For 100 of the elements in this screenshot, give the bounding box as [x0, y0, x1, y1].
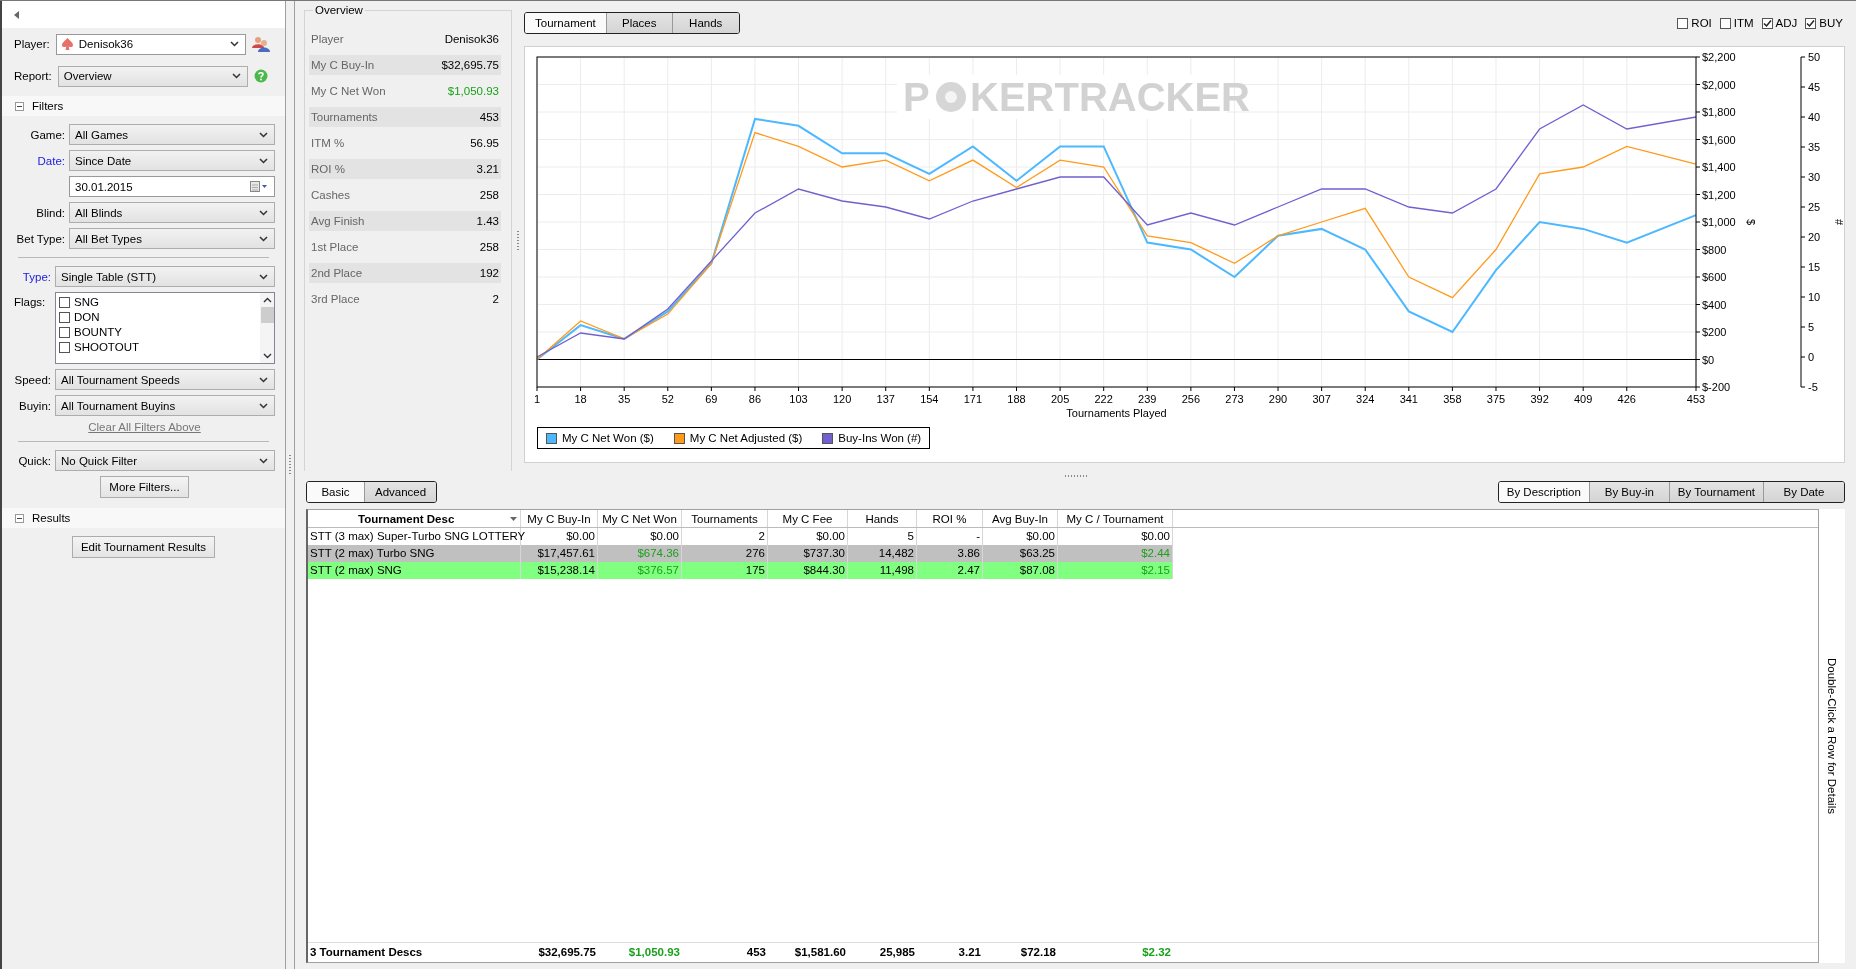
column-header[interactable]: My C Fee	[768, 510, 848, 527]
checkbox[interactable]	[59, 326, 70, 338]
filter-select[interactable]: All Tournament Speeds	[55, 369, 275, 390]
table-cell: $2.15	[1058, 562, 1173, 579]
stat-value: 56.95	[470, 137, 499, 149]
grouping-tab[interactable]: By Tournament	[1669, 482, 1764, 502]
axis-tick-label: 222	[1094, 393, 1113, 405]
table-cell: $87.08	[983, 562, 1058, 579]
axis-tick-label: 35	[618, 393, 631, 405]
checkbox[interactable]	[1805, 17, 1817, 29]
checkbox[interactable]	[1719, 17, 1731, 29]
axis-tick-label: 392	[1530, 393, 1549, 405]
checkbox[interactable]	[59, 341, 70, 353]
field-label[interactable]: Type:	[14, 270, 51, 283]
field-label[interactable]: Date:	[14, 154, 65, 167]
scrollbar-thumb[interactable]	[260, 307, 274, 323]
stat-value: 3.21	[476, 163, 499, 175]
column-header[interactable]: ROI %	[917, 510, 983, 527]
clear-filters-link[interactable]: Clear All Filters Above	[88, 421, 201, 433]
filters-header[interactable]: Filters	[2, 96, 285, 116]
view-tab[interactable]: Basic	[307, 482, 365, 502]
stat-label: My C Net Won	[311, 85, 386, 97]
axis-title: #	[1833, 218, 1843, 226]
filter-select[interactable]: All Blinds	[69, 202, 275, 223]
filter-select[interactable]: No Quick Filter	[55, 450, 275, 471]
field-label: Blind:	[35, 206, 65, 219]
axis-tick-label: $1,400	[1702, 161, 1736, 173]
grouping-tab[interactable]: By Description	[1498, 482, 1590, 502]
filter-select[interactable]: All Games	[69, 124, 275, 145]
checkbox[interactable]	[59, 296, 70, 308]
axis-tick-label: 18	[574, 393, 587, 405]
chevron-down-icon[interactable]	[259, 376, 268, 383]
column-header[interactable]: Tournaments	[682, 510, 768, 527]
graph-tab[interactable]: Hands	[672, 13, 739, 33]
date-field[interactable]: 30.01.2015	[69, 176, 275, 197]
grouping-tab[interactable]: By Buy-in	[1589, 482, 1670, 502]
field-label: Speed:	[14, 373, 51, 386]
chevron-down-icon[interactable]	[259, 157, 268, 164]
chevron-down-icon[interactable]	[259, 402, 268, 409]
player-select[interactable]: Denisok36	[55, 33, 246, 55]
stat-label: 2nd Place	[311, 267, 363, 279]
axis-tick-label: 50	[1808, 51, 1821, 63]
field-label: Flags:	[14, 295, 47, 310]
stat-value: 2	[492, 293, 499, 305]
table-cell: 11,498	[848, 562, 917, 579]
axis-tick-label: 40	[1808, 111, 1821, 123]
stat-label: Tournaments	[311, 111, 378, 123]
scroll-up-icon[interactable]	[262, 297, 272, 303]
checkbox-label: BUY	[1819, 17, 1843, 29]
chevron-down-icon[interactable]	[259, 235, 268, 242]
flag-label: SNG	[74, 296, 99, 308]
stat-value: $32,695.75	[441, 59, 499, 71]
grouping-tab[interactable]: By Date	[1764, 482, 1844, 502]
results-header[interactable]: Results	[2, 508, 285, 528]
field-label: Report:	[14, 70, 52, 82]
column-header[interactable]: My C Buy-In	[521, 510, 598, 527]
calendar-icon[interactable]	[250, 181, 268, 192]
filter-select[interactable]: All Bet Types	[69, 228, 275, 249]
collapse-arrow-icon[interactable]	[14, 10, 19, 19]
scroll-down-icon[interactable]	[262, 353, 272, 359]
filter-select[interactable]: Single Table (STT)	[55, 266, 275, 287]
total-cell-text: 3 Tournament Descs	[309, 945, 424, 960]
edit-results-button[interactable]: Edit Tournament Results	[71, 536, 216, 558]
checkbox[interactable]	[59, 311, 70, 323]
table-cell: 175	[682, 562, 768, 579]
column-header[interactable]: Hands	[848, 510, 917, 527]
table-row[interactable]: STT (2 max) SNG $15,238.14 $376.57 175 $844.30 11,498 2.47 $87.08 $2.15	[308, 562, 1173, 579]
checkbox-label: ADJ	[1775, 17, 1798, 29]
report-select[interactable]: Overview	[57, 65, 248, 87]
filter-select[interactable]: All Tournament Buyins	[55, 395, 275, 416]
column-header[interactable]: Tournament Desc	[308, 510, 521, 527]
column-header[interactable]: Avg Buy-In	[983, 510, 1058, 527]
flags-list[interactable]: SNG DON BOUNTY SHOOTOUT	[55, 292, 275, 364]
chevron-down-icon[interactable]	[259, 457, 268, 464]
axis-tick-label: 30	[1808, 171, 1821, 183]
chevron-down-icon[interactable]	[259, 273, 268, 280]
view-tab[interactable]: Advanced	[365, 482, 437, 502]
flag-label: BOUNTY	[74, 326, 122, 338]
column-header[interactable]: My C Net Won	[598, 510, 682, 527]
column-header[interactable]: My C / Tournament	[1058, 510, 1173, 527]
table-row[interactable]: STT (2 max) Turbo SNG $17,457.61 $674.36 276 $737.30 14,482 3.86 $63.25 $2.44	[308, 545, 1173, 562]
chevron-down-icon[interactable]	[259, 209, 268, 216]
stat-value: 1.43	[476, 215, 499, 227]
players-icon[interactable]	[251, 36, 270, 52]
collapse-icon[interactable]	[15, 101, 24, 111]
collapse-icon[interactable]	[15, 513, 24, 523]
checkbox[interactable]	[1677, 17, 1689, 29]
graph-tab[interactable]: Tournament	[525, 13, 607, 33]
graph-tab[interactable]: Places	[606, 13, 673, 33]
total-cell-text: $72.18	[1019, 945, 1057, 960]
filter-select[interactable]: Since Date	[69, 150, 275, 171]
chevron-down-icon[interactable]	[229, 41, 239, 47]
checkbox[interactable]	[1761, 17, 1773, 29]
chip-icon	[936, 82, 966, 112]
axis-tick-label: $1,000	[1702, 216, 1736, 228]
chevron-down-icon[interactable]	[259, 131, 268, 138]
total-cell-text: $1,581.60	[793, 945, 847, 960]
table-row[interactable]: STT (3 max) Super-Turbo SNG LOTTERY $0.00 $0.00 2 $0.00 5 - $0.00 $0.00	[308, 528, 1173, 545]
chevron-down-icon[interactable]	[231, 73, 241, 79]
more-filters-button[interactable]: More Filters...	[100, 476, 189, 498]
